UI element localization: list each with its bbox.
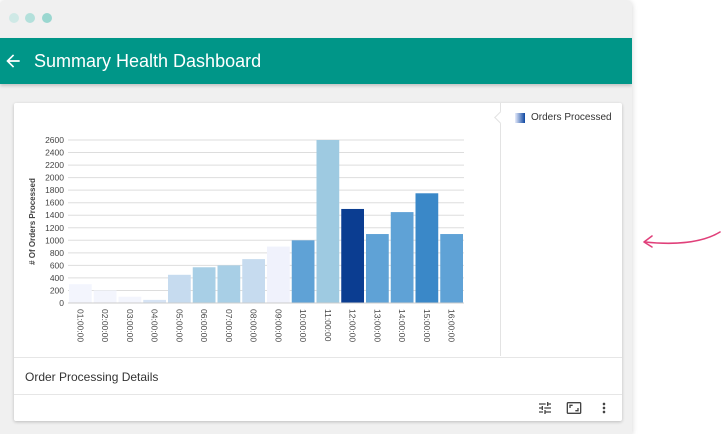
x-tick-label: 03:00:00 (125, 309, 135, 342)
chart-area: 0 200 400 600 800 1000 1200 1400 1600 1800 2000 220… (14, 103, 500, 356)
x-tick-label: 06:00:00 (199, 309, 209, 342)
y-tick-label: 2400 (45, 148, 64, 158)
more-vert-icon[interactable] (596, 400, 612, 416)
x-tick-label: 16:00:00 (447, 309, 457, 342)
y-tick-label: 800 (50, 248, 64, 258)
x-tick-label: 12:00:00 (348, 309, 358, 342)
tune-icon[interactable] (537, 400, 553, 416)
window-titlebar (0, 0, 632, 38)
y-tick-label: 600 (50, 260, 64, 270)
bar[interactable] (415, 193, 439, 303)
bar[interactable] (291, 240, 315, 303)
page-title: Summary Health Dashboard (34, 51, 262, 71)
x-tick-label: 13:00:00 (372, 309, 382, 342)
chart-card: 0 200 400 600 800 1000 1200 1400 1600 1800 2000 220… (14, 103, 622, 421)
bar[interactable] (69, 284, 92, 303)
y-tick-label: 200 (50, 285, 64, 295)
browser-window: Summary Health Dashboard 0 200 400 600 800 10… (0, 0, 632, 434)
x-tick-label: 10:00:00 (298, 309, 308, 342)
y-tick-label: 0 (59, 298, 64, 308)
pointer-arrow (643, 231, 721, 248)
legend-panel: Orders Processed (494, 103, 623, 356)
bar[interactable] (440, 234, 463, 303)
y-tick-label: 2200 (45, 160, 64, 170)
y-axis-title: # Of Orders Processed (28, 178, 37, 265)
window-dot-close[interactable] (9, 13, 19, 23)
bar[interactable] (267, 246, 290, 303)
x-tick-label: 09:00:00 (273, 309, 283, 342)
y-tick-label: 1600 (45, 198, 64, 208)
bar[interactable] (168, 274, 191, 303)
bar[interactable] (242, 259, 265, 303)
app-header: Summary Health Dashboard (0, 38, 632, 84)
window-dot-minimize[interactable] (25, 13, 35, 23)
x-tick-label: 01:00:00 (75, 309, 85, 342)
bar[interactable] (316, 140, 340, 303)
bar[interactable] (341, 208, 364, 303)
bar[interactable] (217, 265, 241, 303)
y-tick-label: 1400 (45, 210, 64, 220)
fullscreen-icon[interactable] (566, 400, 582, 416)
y-tick-label: 2000 (45, 173, 64, 183)
window-dot-maximize[interactable] (42, 13, 52, 23)
x-tick-label: 08:00:00 (249, 309, 259, 342)
x-tick-label: 11:00:00 (323, 309, 333, 342)
x-tick-label: 05:00:00 (174, 309, 184, 342)
x-tick-label: 15:00:00 (422, 309, 432, 342)
bar[interactable] (366, 234, 389, 303)
x-tick-label: 02:00:00 (100, 309, 110, 342)
x-tick-label: 14:00:00 (397, 309, 407, 342)
y-tick-label: 1000 (45, 235, 64, 245)
y-tick-label: 2600 (45, 135, 64, 145)
details-section[interactable]: Order Processing Details (14, 357, 622, 395)
x-tick-label: 04:00:00 (150, 309, 160, 342)
legend-label: Orders Processed (531, 112, 612, 123)
y-tick-label: 1800 (45, 185, 64, 195)
y-tick-label: 1200 (45, 223, 64, 233)
legend-swatch (515, 113, 525, 123)
arrow-left-icon[interactable] (3, 51, 23, 71)
bar[interactable] (390, 212, 414, 303)
orders-bar-chart: 0 200 400 600 800 1000 1200 1400 1600 1800 2000 220… (28, 135, 464, 342)
bar[interactable] (118, 296, 142, 303)
y-tick-label: 400 (50, 273, 64, 283)
bar[interactable] (192, 267, 216, 303)
x-tick-label: 07:00:00 (224, 309, 234, 342)
bar[interactable] (93, 290, 117, 303)
details-title: Order Processing Details (25, 370, 159, 384)
card-toolbar (14, 394, 622, 421)
